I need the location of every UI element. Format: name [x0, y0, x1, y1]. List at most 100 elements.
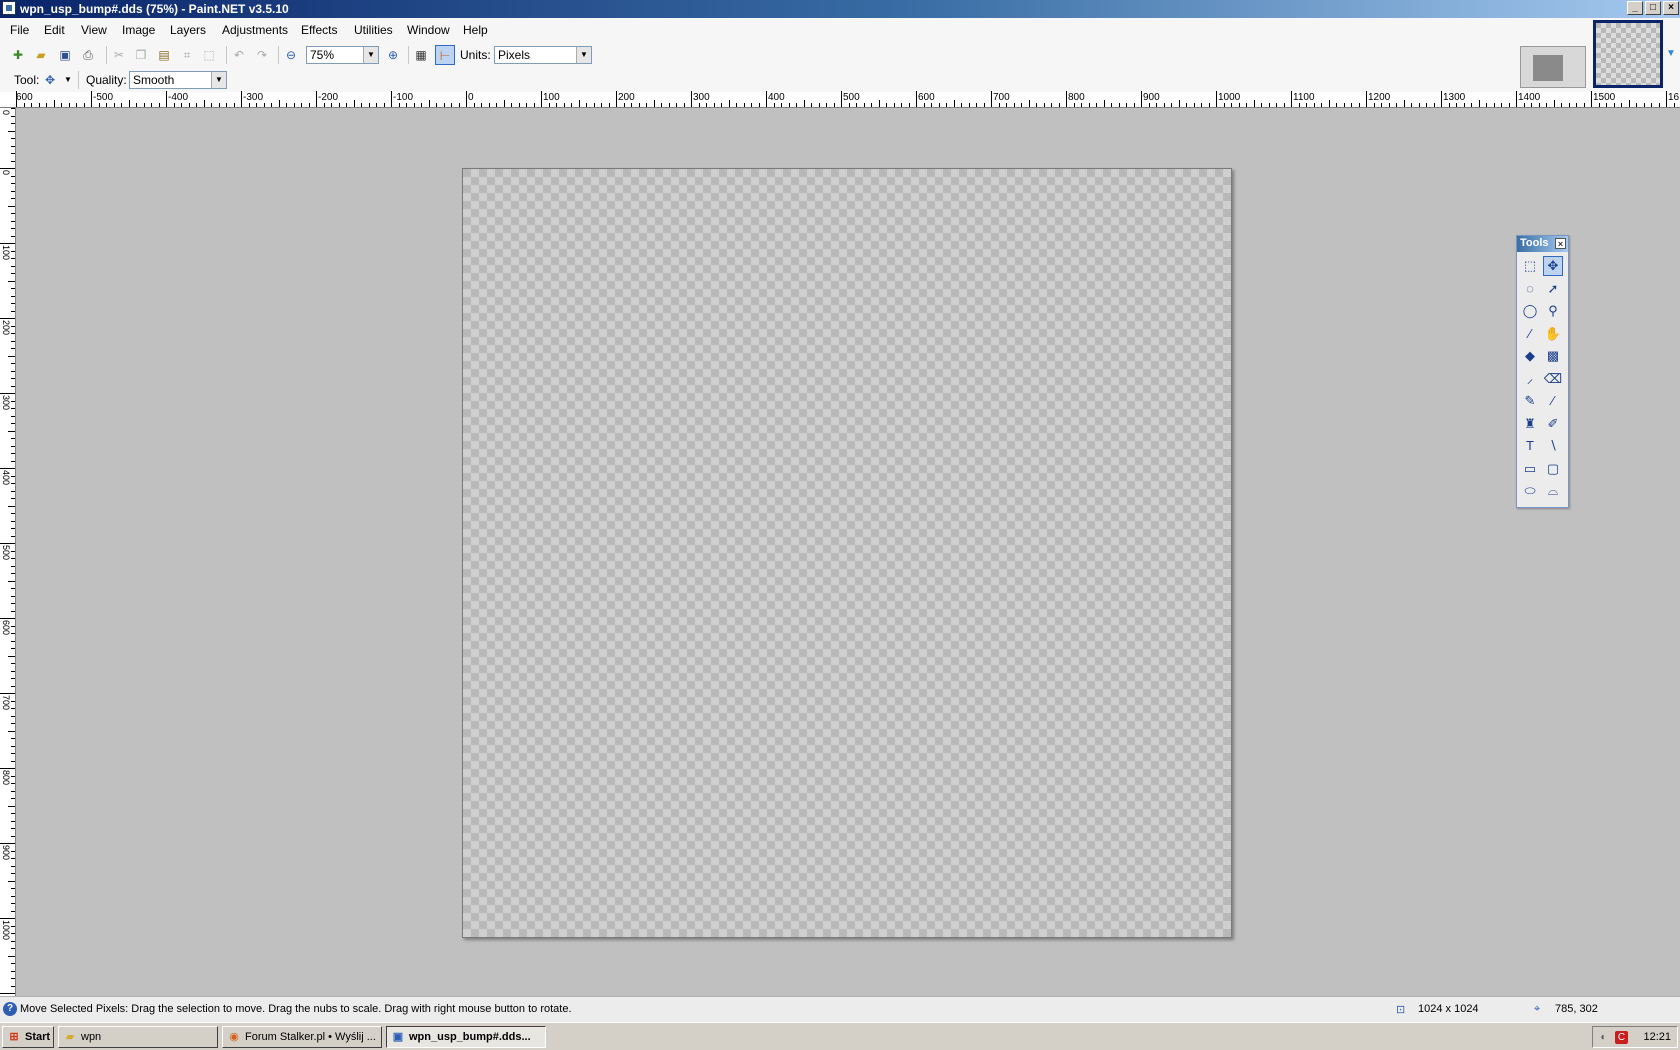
chevron-down-icon[interactable]: ▼ [60, 72, 76, 88]
rounded-rectangle-icon[interactable]: ▢ [1543, 459, 1563, 479]
chevron-down-icon[interactable]: ▼ [363, 47, 378, 63]
zoom-combo[interactable]: 75% ▼ [306, 46, 379, 64]
lasso-select-icon[interactable]: ◌ [1520, 279, 1540, 299]
ruler-label: 100 [543, 92, 560, 103]
tools-window-titlebar[interactable]: Tools × [1517, 236, 1568, 252]
image-thumbnail-inactive[interactable] [1520, 46, 1586, 88]
new-image-icon[interactable]: ✚ [10, 47, 26, 63]
ruler-tick [0, 168, 15, 169]
menu-edit[interactable]: Edit [44, 23, 65, 37]
print-icon[interactable]: ⎙ [80, 47, 96, 63]
rectangle-icon[interactable]: ▭ [1520, 459, 1540, 479]
eraser-icon[interactable]: ⌫ [1543, 369, 1563, 389]
zoom-value: 75% [310, 48, 335, 62]
thumbnail-scroll-icon[interactable]: ▼ [1663, 46, 1679, 62]
menu-effects[interactable]: Effects [301, 23, 337, 37]
pan-icon[interactable]: ✋ [1543, 324, 1563, 344]
menu-window[interactable]: Window [407, 23, 450, 37]
ruler-tick [159, 103, 160, 107]
copy-icon[interactable]: ❐ [133, 47, 149, 63]
chevron-down-icon[interactable]: ▼ [211, 72, 226, 88]
color-picker-icon[interactable]: ⁄ [1543, 391, 1563, 411]
move-selected-pixels-icon[interactable]: ✥ [1543, 256, 1563, 276]
minimize-button[interactable]: _ [1627, 1, 1643, 15]
ruler-tick [1336, 103, 1337, 107]
move-selected-pixels-icon[interactable]: ✥ [42, 72, 58, 88]
image-thumbnail-active[interactable] [1593, 20, 1663, 88]
ruler-tick [564, 103, 565, 107]
ruler-tick [871, 103, 872, 107]
ruler-tick [421, 103, 422, 107]
save-icon[interactable]: ▣ [57, 47, 73, 63]
ruler-tick [939, 103, 940, 107]
start-button[interactable]: ⊞ Start [2, 1026, 54, 1048]
ruler-tick [11, 626, 15, 627]
ruler-tick [226, 103, 227, 107]
menu-image[interactable]: Image [122, 23, 155, 37]
rectangle-select-icon[interactable]: ⬚ [1520, 256, 1540, 276]
close-icon[interactable]: × [1555, 238, 1566, 249]
image-canvas[interactable] [462, 168, 1232, 938]
gradient-icon[interactable]: ▩ [1543, 346, 1563, 366]
menu-utilities[interactable]: Utilities [354, 23, 393, 37]
taskbar-item-wpn[interactable]: ▰ wpn [58, 1026, 218, 1048]
recolor-icon[interactable]: ✐ [1543, 414, 1563, 434]
ruler-tick [1284, 103, 1285, 107]
magic-wand-icon[interactable]: ⁄ [1520, 324, 1540, 344]
ruler-tick [1434, 103, 1435, 107]
pencil-icon[interactable]: ✎ [1520, 391, 1540, 411]
ellipse-select-icon[interactable]: ◯ [1520, 301, 1540, 321]
menu-adjustments[interactable]: Adjustments [222, 23, 288, 37]
paste-icon[interactable]: ▤ [156, 47, 172, 63]
ruler-tick [8, 881, 15, 882]
text-icon[interactable]: T [1520, 436, 1540, 456]
ellipse-icon[interactable]: ⬭ [1520, 481, 1540, 501]
ruler-tick [11, 528, 15, 529]
ruler-label: -300 [243, 92, 264, 103]
crop-to-selection-icon[interactable]: ⌗ [179, 47, 195, 63]
paintbrush-icon[interactable]: ⸝ [1520, 369, 1540, 389]
pixel-grid-icon[interactable]: ▦ [413, 47, 429, 63]
menu-help[interactable]: Help [463, 23, 488, 37]
rulers-toggle-icon[interactable]: ⊢ [435, 45, 455, 65]
close-button[interactable]: × [1663, 1, 1679, 15]
zoom-in-icon[interactable]: ⊕ [385, 47, 401, 63]
antivirus-icon[interactable]: C [1615, 1031, 1628, 1044]
redo-icon[interactable]: ↷ [254, 47, 270, 63]
deselect-icon[interactable]: ⬚ [201, 47, 217, 63]
chevron-down-icon[interactable]: ▼ [576, 47, 591, 63]
volume-icon[interactable]: ◐ [1597, 1031, 1610, 1044]
open-icon[interactable]: ▰ [33, 47, 49, 63]
zoom-icon[interactable]: ⚲ [1543, 301, 1563, 321]
quality-combo[interactable]: Smooth ▼ [129, 71, 227, 89]
ruler-tick [11, 108, 15, 109]
cut-icon[interactable]: ✂ [111, 47, 127, 63]
clone-stamp-icon[interactable]: ♜ [1520, 414, 1540, 434]
taskbar-item-paintnet[interactable]: ▣ wpn_usp_bump#.dds... [386, 1026, 546, 1048]
freeform-shape-icon[interactable]: ⌓ [1543, 481, 1563, 501]
ruler-tick [271, 103, 272, 107]
ruler-tick [909, 103, 910, 107]
ruler-tick [11, 371, 15, 372]
undo-icon[interactable]: ↶ [231, 47, 247, 63]
paint-bucket-icon[interactable]: ◆ [1520, 346, 1540, 366]
ruler-tick [511, 103, 512, 107]
taskbar-item-forum[interactable]: ◉ Forum Stalker.pl • Wyślij ... [222, 1026, 382, 1048]
units-combo[interactable]: Pixels ▼ [494, 46, 592, 64]
paintnet-app-icon[interactable] [2, 1, 16, 15]
line-curve-icon[interactable]: ∖ [1543, 436, 1563, 456]
zoom-out-icon[interactable]: ⊖ [283, 47, 299, 63]
ruler-tick [0, 993, 15, 994]
menu-view[interactable]: View [81, 23, 107, 37]
move-selection-icon[interactable]: ➚ [1543, 279, 1563, 299]
menu-layers[interactable]: Layers [170, 23, 206, 37]
ruler-tick [11, 483, 15, 484]
maximize-button[interactable]: □ [1645, 1, 1661, 15]
ruler-tick [1636, 103, 1637, 107]
ruler-tick [316, 91, 317, 107]
ruler-tick [11, 746, 15, 747]
ruler-tick [1014, 103, 1015, 107]
menu-file[interactable]: File [10, 23, 29, 37]
ruler-tick [864, 103, 865, 107]
ruler-tick [714, 103, 715, 107]
